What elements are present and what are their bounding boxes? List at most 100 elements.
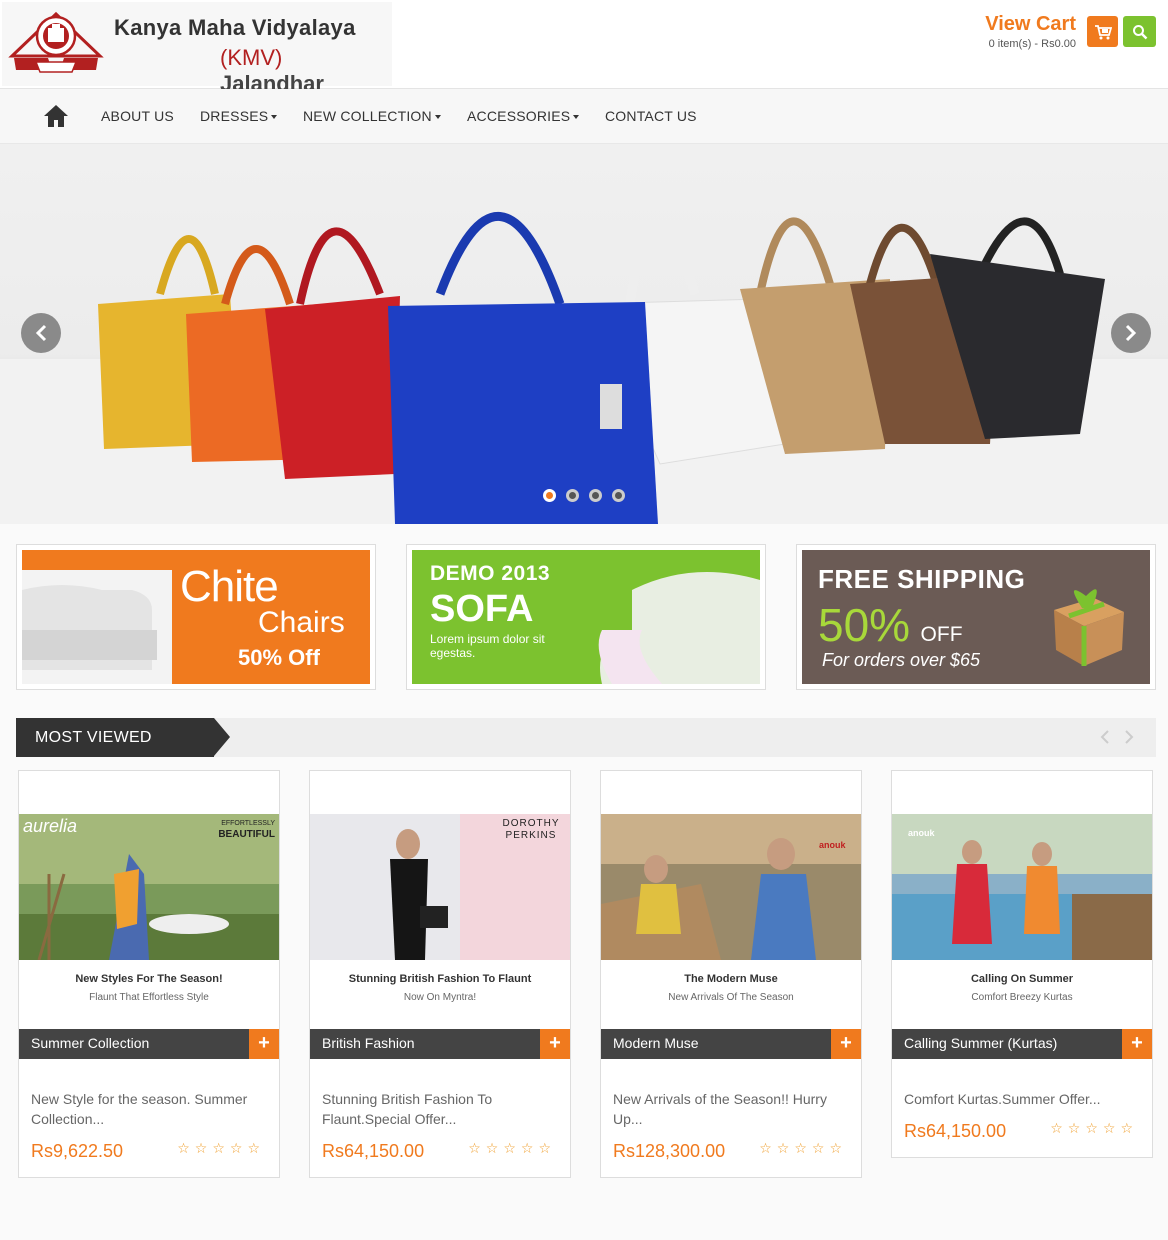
nav-item-accessories[interactable]: ACCESSORIES [467, 108, 580, 124]
college-seal-icon [8, 11, 104, 73]
product-brand: anouk [819, 840, 846, 850]
add-to-cart-plus-button[interactable]: + [540, 1029, 570, 1059]
product-price: Rs64,150.00 [904, 1121, 1007, 1141]
promo-line2: Chairs [258, 606, 345, 639]
product-image[interactable]: aurelia EFFORTLESSLY BEAUTIFUL [19, 814, 279, 960]
promo-line1: FREE SHIPPING [818, 564, 1026, 594]
caret-down-icon [434, 115, 441, 120]
slider-dot[interactable] [543, 489, 556, 502]
nav-label: ABOUT US [101, 108, 174, 124]
slider-prev-button[interactable] [21, 313, 61, 353]
product-brand-tag: BEAUTIFUL [218, 829, 275, 840]
caret-down-icon [573, 115, 580, 120]
chevron-left-icon [35, 324, 47, 342]
logo[interactable]: Kanya Maha Vidyalaya (KMV) Jalandhar [2, 2, 392, 96]
site-header: Kanya Maha Vidyalaya (KMV) Jalandhar Vie… [0, 0, 1168, 96]
product-card[interactable]: aurelia EFFORTLESSLY BEAUTIFUL New Style… [18, 770, 280, 1178]
nav-item-contact-us[interactable]: CONTACT US [605, 108, 697, 124]
nav-label: ACCESSORIES [467, 108, 571, 124]
promo-discount: 50% [818, 599, 911, 651]
product-card[interactable]: DOROTHY PERKINS Stunning British Fashion… [309, 770, 571, 1178]
hero-slider [0, 144, 1168, 524]
cart-icon [1094, 24, 1112, 39]
product-caption-title: Calling On Summer [970, 973, 1074, 985]
product-caption-sub: New Arrivals Of The Season [668, 992, 794, 1003]
product-brand-tag-small: EFFORTLESSLY [221, 820, 275, 827]
brand-abbr: (KMV) [220, 45, 283, 70]
slider-dot[interactable] [612, 489, 625, 502]
cart-summary: 0 item(s) - Rs0.00 [988, 38, 1076, 50]
product-price: Rs9,622.50 [31, 1141, 124, 1161]
section-title: MOST VIEWED [16, 718, 230, 757]
handbags-banner-image [0, 212, 1168, 524]
slider-dot[interactable] [589, 489, 602, 502]
view-cart-link[interactable]: View Cart [985, 13, 1076, 36]
product-card[interactable]: anouk The Modern Muse New Arrivals Of Th… [600, 770, 862, 1178]
product-name[interactable]: Summer Collection [31, 1035, 149, 1051]
add-to-cart-plus-button[interactable]: + [249, 1029, 279, 1059]
product-description: Stunning British Fashion To Flaunt.Speci… [322, 1091, 493, 1127]
product-title-bar: Summer Collection + [19, 1029, 279, 1059]
search-button[interactable] [1123, 16, 1156, 47]
rating-stars[interactable]: ☆☆☆☆☆ [1050, 1120, 1138, 1137]
main-nav: ABOUT US DRESSES NEW COLLECTION ACCESSOR… [0, 89, 1168, 144]
product-title-bar: British Fashion + [310, 1029, 570, 1059]
promo-off-label: OFF [920, 623, 963, 646]
most-viewed-header: MOST VIEWED [16, 718, 1156, 757]
promo-banner-chairs[interactable]: Chite Chairs 50% Off [16, 544, 376, 690]
product-title-bar: Modern Muse + [601, 1029, 861, 1059]
carousel-next-button[interactable] [1124, 730, 1134, 747]
slider-dot[interactable] [566, 489, 579, 502]
product-price: Rs64,150.00 [322, 1141, 425, 1161]
home-icon[interactable] [43, 104, 69, 128]
product-name[interactable]: Modern Muse [613, 1035, 699, 1051]
add-to-cart-plus-button[interactable]: + [831, 1029, 861, 1059]
rating-stars[interactable]: ☆☆☆☆☆ [759, 1140, 847, 1157]
product-caption-title: The Modern Muse [684, 973, 778, 985]
product-card[interactable]: anouk Calling On Summer Comfort Breezy K… [891, 770, 1153, 1158]
product-caption-title: Stunning British Fashion To Flaunt [348, 973, 532, 985]
cart-button[interactable] [1087, 16, 1118, 47]
promo-line3: For orders over $65 [822, 650, 981, 670]
promo-line1: Chite [180, 562, 279, 611]
promo-line3: Lorem ipsum dolor sit egestas. [430, 632, 545, 660]
product-price: Rs128,300.00 [613, 1141, 726, 1161]
promo-banner-sofa[interactable]: DEMO 2013 SOFA Lorem ipsum dolor sit ege… [406, 544, 766, 690]
nav-item-dresses[interactable]: DRESSES [200, 108, 278, 124]
rating-stars[interactable]: ☆☆☆☆☆ [468, 1140, 556, 1157]
caret-down-icon [271, 115, 278, 120]
slider-pagination [543, 489, 625, 502]
product-caption-sub: Now On Myntra! [403, 992, 477, 1003]
product-image[interactable]: anouk [892, 814, 1152, 960]
chair-image [22, 570, 172, 684]
product-brand: aurelia [23, 816, 78, 836]
carousel-prev-button[interactable] [1100, 730, 1110, 747]
product-description: Comfort Kurtas.Summer Offer... [904, 1091, 1101, 1107]
chevron-right-icon [1125, 730, 1134, 744]
nav-item-about-us[interactable]: ABOUT US [101, 108, 174, 124]
chevron-left-icon [1100, 730, 1109, 744]
promo-banner-shipping[interactable]: FREE SHIPPING 50% OFF For orders over $6… [796, 544, 1156, 690]
nav-label: CONTACT US [605, 108, 697, 124]
product-title-bar: Calling Summer (Kurtas) + [892, 1029, 1152, 1059]
product-caption-sub: Flaunt That Effortless Style [89, 992, 209, 1003]
nav-label: DRESSES [200, 108, 269, 124]
sofa-image [598, 572, 760, 684]
product-caption-sub: Comfort Breezy Kurtas [971, 992, 1073, 1003]
product-caption-title: New Styles For The Season! [75, 973, 223, 985]
product-brand: DOROTHY PERKINS [502, 818, 560, 841]
product-name[interactable]: British Fashion [322, 1035, 415, 1051]
gift-box-icon [1054, 589, 1124, 666]
add-to-cart-plus-button[interactable]: + [1122, 1029, 1152, 1059]
product-name[interactable]: Calling Summer (Kurtas) [904, 1035, 1057, 1051]
search-icon [1132, 24, 1147, 39]
chevron-right-icon [1125, 324, 1137, 342]
product-description: New Style for the season. Summer Collect… [31, 1091, 248, 1127]
slider-next-button[interactable] [1111, 313, 1151, 353]
product-image[interactable]: DOROTHY PERKINS [310, 814, 570, 960]
product-image[interactable]: anouk [601, 814, 861, 960]
promo-line2: 50% OFF [818, 598, 963, 652]
modern-muse-ad-image [601, 814, 861, 960]
nav-item-new-collection[interactable]: NEW COLLECTION [303, 108, 441, 124]
rating-stars[interactable]: ☆☆☆☆☆ [177, 1140, 265, 1157]
